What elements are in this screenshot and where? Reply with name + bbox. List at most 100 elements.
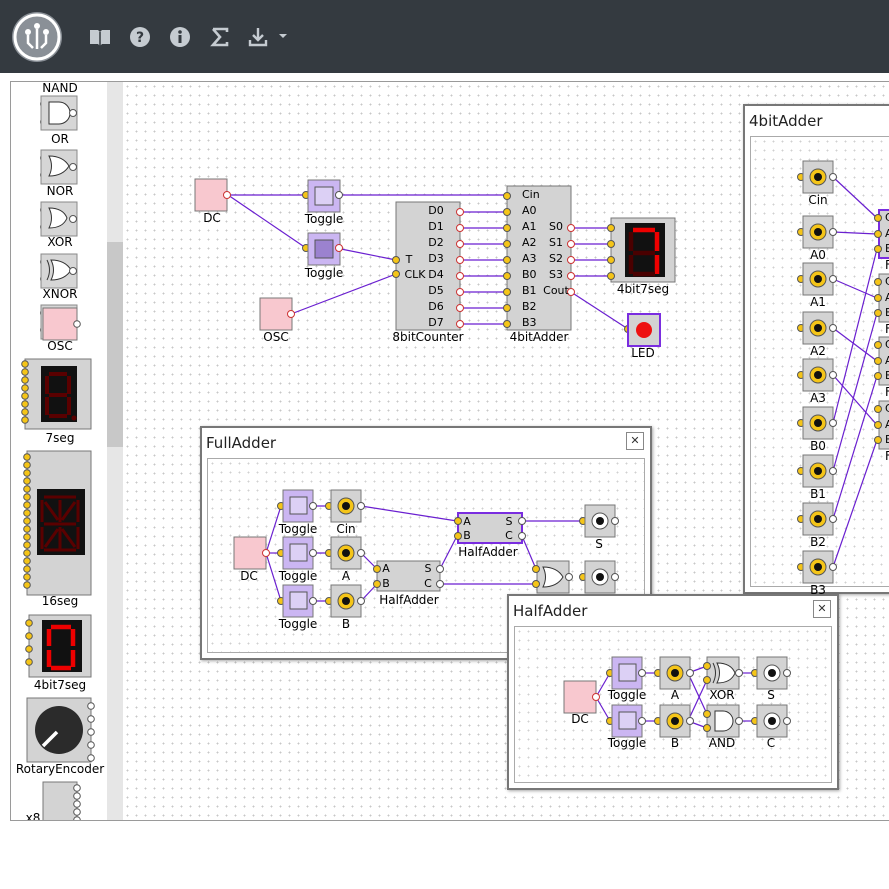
ha-probe-s[interactable] <box>751 656 791 690</box>
toggle-1-label: Toggle <box>304 212 344 226</box>
fa-or-gate[interactable] <box>532 560 573 594</box>
seg-input-pin[interactable] <box>607 240 615 248</box>
palette-pin <box>23 501 31 509</box>
adder-input-pin[interactable] <box>503 208 511 216</box>
palette-scrollbar[interactable] <box>107 82 123 820</box>
seg-input-pin[interactable] <box>607 256 615 264</box>
ha-dc[interactable] <box>563 680 600 714</box>
seg-input-pin[interactable] <box>607 224 615 232</box>
logo-icon[interactable] <box>12 12 62 62</box>
counter-output-pin[interactable] <box>456 256 464 264</box>
adder-output-pin[interactable] <box>567 272 575 280</box>
adder-pin-s0: S0 <box>549 220 563 233</box>
adder-input-pin[interactable] <box>503 256 511 264</box>
adder-output-pin[interactable] <box>567 240 575 248</box>
fba-probe-a1[interactable] <box>797 262 837 296</box>
adder-output-pin[interactable] <box>567 224 575 232</box>
palette-pin <box>25 619 33 627</box>
counter-pin-d1: D1 <box>428 220 444 233</box>
fa-toggle-3-label: Toggle <box>278 617 318 631</box>
fa-dc[interactable] <box>233 536 270 570</box>
fba-fa-pin-label: B <box>885 306 889 319</box>
ha-toggle-1[interactable] <box>606 656 646 690</box>
fba-probe-a2[interactable] <box>797 311 837 345</box>
fba-fa-pin-label: A <box>885 227 889 240</box>
fba-probe-a0[interactable] <box>797 215 837 249</box>
fba-label-a0: A0 <box>810 248 826 262</box>
counter-output-pin[interactable] <box>456 224 464 232</box>
fba-fa-pin-label: A <box>885 418 889 431</box>
palette-scrollbar-thumb[interactable] <box>107 242 123 447</box>
fba-probe-b0[interactable] <box>797 406 837 440</box>
adder-input-pin[interactable] <box>503 304 511 312</box>
component-palette: NAND OR NOR XOR XNOR OSC 7seg 16seg 4bit… <box>11 82 107 820</box>
adder-input-pin[interactable] <box>503 240 511 248</box>
adder-pin-b0: B0 <box>522 268 537 281</box>
fba-fa-pin-label: B <box>885 242 889 255</box>
adder-input-pin[interactable] <box>503 192 511 200</box>
adder-input-pin[interactable] <box>503 272 511 280</box>
ha-probe-a[interactable] <box>654 656 694 690</box>
palette-pin <box>25 632 33 640</box>
download-icon[interactable] <box>247 24 293 50</box>
ha-and-gate[interactable] <box>703 704 743 738</box>
book-icon[interactable] <box>87 24 113 50</box>
sigma-icon[interactable] <box>207 24 233 50</box>
fa-probe-b[interactable] <box>325 584 365 618</box>
fba-label-a1: A1 <box>810 295 826 309</box>
seg-input-pin[interactable] <box>607 272 615 280</box>
counter-output-pin[interactable] <box>456 272 464 280</box>
fa-probe-a[interactable] <box>325 536 365 570</box>
fba-label-b2: B2 <box>810 535 826 549</box>
adder-pin-s2: S2 <box>549 252 563 265</box>
fa-toggle-2[interactable] <box>277 536 317 570</box>
counter-pin-d3: D3 <box>428 252 444 265</box>
adder-pin-a3: A3 <box>522 252 537 265</box>
window-4bitadder[interactable]: 4bitAdder CinA0A1A2A3B0B1B2B3CinABFuCinA… <box>743 104 889 597</box>
adder-output-pin[interactable] <box>567 256 575 264</box>
ha-c-label: C <box>766 736 776 750</box>
ha-xor-gate[interactable] <box>703 656 743 690</box>
fba-probe-a3[interactable] <box>797 358 837 392</box>
fa-toggle-3[interactable] <box>277 584 317 618</box>
counter-pin-clk: CLK <box>404 268 426 281</box>
counter-output-pin[interactable] <box>456 208 464 216</box>
palette-pin <box>23 493 31 501</box>
counter-output-pin[interactable] <box>456 288 464 296</box>
ha-toggle-1-label: Toggle <box>607 688 647 702</box>
adder-input-pin[interactable] <box>503 320 511 328</box>
fa-probe-c[interactable] <box>579 560 619 594</box>
fa-probe-cin[interactable] <box>325 489 365 523</box>
help-icon[interactable]: ? <box>127 24 153 50</box>
fa-probe-s[interactable] <box>579 504 619 538</box>
fba-probe-b1[interactable] <box>797 454 837 488</box>
counter-pin-d4: D4 <box>428 268 444 281</box>
fba-probe-b3[interactable] <box>797 550 837 584</box>
osc-label: OSC <box>263 330 289 344</box>
fa-ha2-s-pin: S <box>424 562 432 575</box>
window-halfadder[interactable]: HalfAdder ✕ DC Toggle Toggle A B XOR AND… <box>507 594 839 790</box>
palette-pin <box>23 581 31 589</box>
ha-probe-c[interactable] <box>751 704 791 738</box>
palette-label-4bit7seg: 4bit7seg <box>33 678 87 692</box>
workspace-frame: NAND OR NOR XOR XNOR OSC 7seg 16seg 4bit… <box>10 81 889 821</box>
palette-pin <box>23 461 31 469</box>
adder-pin-cin: Cin <box>522 188 540 201</box>
counter-output-pin[interactable] <box>456 240 464 248</box>
palette-pin <box>23 509 31 517</box>
fa-toggle-1[interactable] <box>277 489 317 523</box>
fa-cin-label: Cin <box>336 522 356 536</box>
ha-toggle-2[interactable] <box>606 704 646 738</box>
ha-toggle-2-label: Toggle <box>607 736 647 750</box>
counter-pin-d0: D0 <box>428 204 444 217</box>
ha-probe-b[interactable] <box>654 704 694 738</box>
info-icon[interactable] <box>167 24 193 50</box>
counter-output-pin[interactable] <box>456 304 464 312</box>
fba-probe-b2[interactable] <box>797 502 837 536</box>
adder-pin-a1: A1 <box>522 220 537 233</box>
counter-output-pin[interactable] <box>456 320 464 328</box>
seg-label: 4bit7seg <box>616 282 670 296</box>
fba-probe-cin[interactable] <box>797 160 837 194</box>
adder-input-pin[interactable] <box>503 224 511 232</box>
adder-input-pin[interactable] <box>503 288 511 296</box>
